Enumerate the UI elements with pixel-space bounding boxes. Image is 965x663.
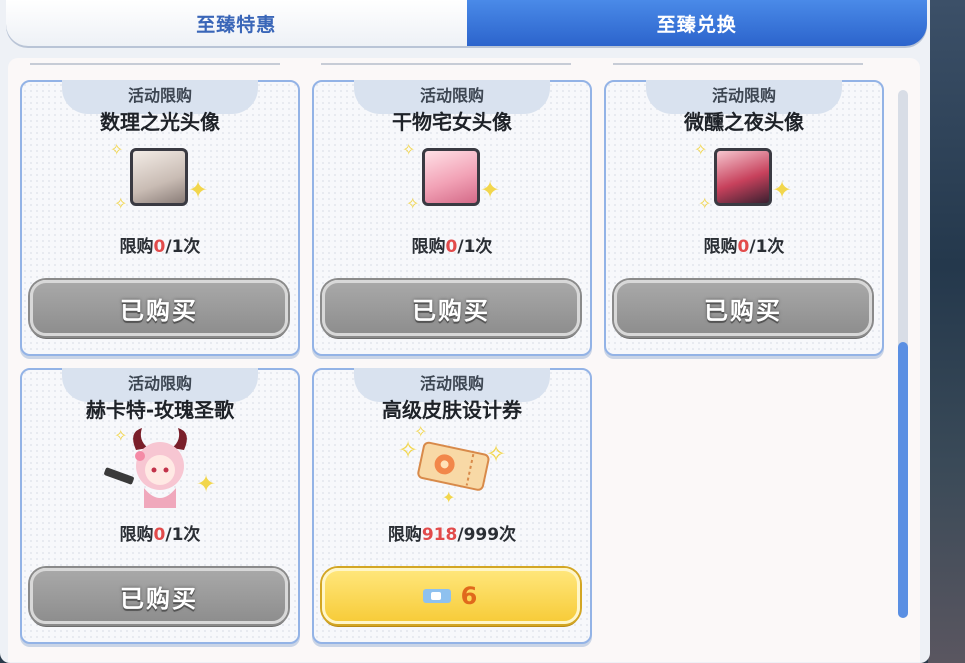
card-tag: 活动限购 (419, 86, 484, 105)
sparkle-icon: ✧ (694, 140, 708, 159)
sparkle-icon: ✦ (772, 176, 793, 204)
sparkle-icon: ✧ (406, 194, 420, 213)
sparkle-icon: ✧ (414, 422, 428, 441)
sparkle-icon: ✦ (480, 176, 501, 204)
ticket-icon (422, 589, 451, 603)
limit-label: 限购 (411, 237, 446, 257)
sparkle-icon: ✦ (188, 176, 209, 204)
sparkle-icon: ✧ (114, 194, 128, 213)
avatar (422, 148, 480, 206)
limit-total: /1次 (457, 237, 493, 257)
sparkle-icon: ✧ (402, 140, 416, 159)
shop-card: 活动限购 高级皮肤设计券 ✧ ✧ ✧ ✦ 限购918/999次 6 (312, 368, 592, 644)
purchased-button[interactable]: 已购买 (322, 280, 580, 336)
card-tag: 活动限购 (419, 374, 484, 393)
shop-card: 活动限购 微醺之夜头像 ✧ ✦ ✧ 限购0/1次 已购买 (604, 80, 884, 356)
limit-count: 0 (737, 237, 750, 257)
exchange-button[interactable]: 6 (322, 568, 580, 624)
tab-exchange[interactable]: 至臻兑换 (466, 0, 927, 46)
limit-count: 0 (153, 525, 166, 545)
purchase-limit: 限购0/1次 (22, 232, 298, 257)
divider (30, 63, 280, 65)
divider (613, 63, 863, 65)
price-value: 6 (460, 582, 480, 610)
purchase-limit: 限购0/1次 (314, 232, 590, 257)
avatar-red-dress-icon: ✧ ✦ ✧ (694, 140, 794, 226)
shop-card: 活动限购 数理之光头像 ✧ ✦ ✧ 限购0/1次 已购买 (20, 80, 300, 356)
limit-total: /1次 (749, 237, 785, 257)
tab-special-offer[interactable]: 至臻特惠 (6, 0, 467, 46)
shop-card: 活动限购 干物宅女头像 ✧ ✦ ✧ 限购0/1次 已购买 (312, 80, 592, 356)
card-title: 数理之光头像 (100, 110, 220, 134)
avatar-pink-hair-icon: ✧ ✦ ✧ (402, 140, 502, 226)
purchase-limit: 限购0/1次 (606, 232, 882, 257)
avatar-silver-hair-icon: ✧ ✦ ✧ (110, 140, 210, 226)
limit-count: 0 (445, 237, 458, 257)
sparkle-icon: ✦ (196, 470, 217, 498)
card-title: 干物宅女头像 (392, 110, 512, 134)
purchased-button[interactable]: 已购买 (30, 568, 288, 624)
limit-label: 限购 (387, 525, 422, 545)
card-title: 高级皮肤设计券 (382, 398, 522, 422)
divider (321, 63, 571, 65)
limit-total: /999次 (457, 525, 517, 545)
card-title: 微醺之夜头像 (684, 110, 804, 134)
limit-count: 0 (153, 237, 166, 257)
scrollbar[interactable] (898, 90, 908, 618)
limit-label: 限购 (119, 525, 154, 545)
limit-label: 限购 (119, 237, 154, 257)
limit-label: 限购 (703, 237, 738, 257)
sparkle-icon: ✧ (114, 426, 128, 445)
sparkle-icon: ✧ (486, 440, 507, 468)
sparkle-icon: ✧ (110, 140, 124, 159)
card-title: 赫卡特-玫瑰圣歌 (85, 398, 235, 422)
item-grid: 活动限购 数理之光头像 ✧ ✦ ✧ 限购0/1次 已购买 活动限购 干物宅女头像… (8, 58, 920, 662)
card-tag: 活动限购 (127, 374, 192, 393)
sparkle-icon: ✦ (442, 488, 456, 507)
limit-total: /1次 (165, 237, 201, 257)
limit-total: /1次 (165, 525, 201, 545)
avatar (130, 148, 188, 206)
shop-card: 活动限购 赫卡特-玫瑰圣歌 ✧ ✦ 限购0/1次 已购买 (20, 368, 300, 644)
purchase-limit: 限购0/1次 (22, 520, 298, 545)
tab-bar: 至臻特惠 至臻兑换 (6, 0, 927, 46)
background-scene (928, 0, 965, 663)
card-tag: 活动限购 (127, 86, 192, 105)
card-tag: 活动限购 (711, 86, 776, 105)
purchased-button[interactable]: 已购买 (614, 280, 872, 336)
skin-chibi-icon: ✧ ✦ (100, 428, 220, 514)
purchased-button[interactable]: 已购买 (30, 280, 288, 336)
limit-count: 918 (421, 525, 458, 545)
sparkle-icon: ✧ (398, 436, 419, 464)
skin-design-ticket-icon: ✧ ✧ ✧ ✦ (394, 424, 510, 514)
sparkle-icon: ✧ (698, 194, 712, 213)
scrollbar-thumb[interactable] (898, 342, 908, 618)
purchase-limit: 限购918/999次 (314, 520, 590, 545)
avatar (714, 148, 772, 206)
exchange-panel: 至臻特惠 至臻兑换 活动限购 数理之光头像 ✧ ✦ ✧ 限购0/1次 已购买 活 (0, 0, 930, 663)
